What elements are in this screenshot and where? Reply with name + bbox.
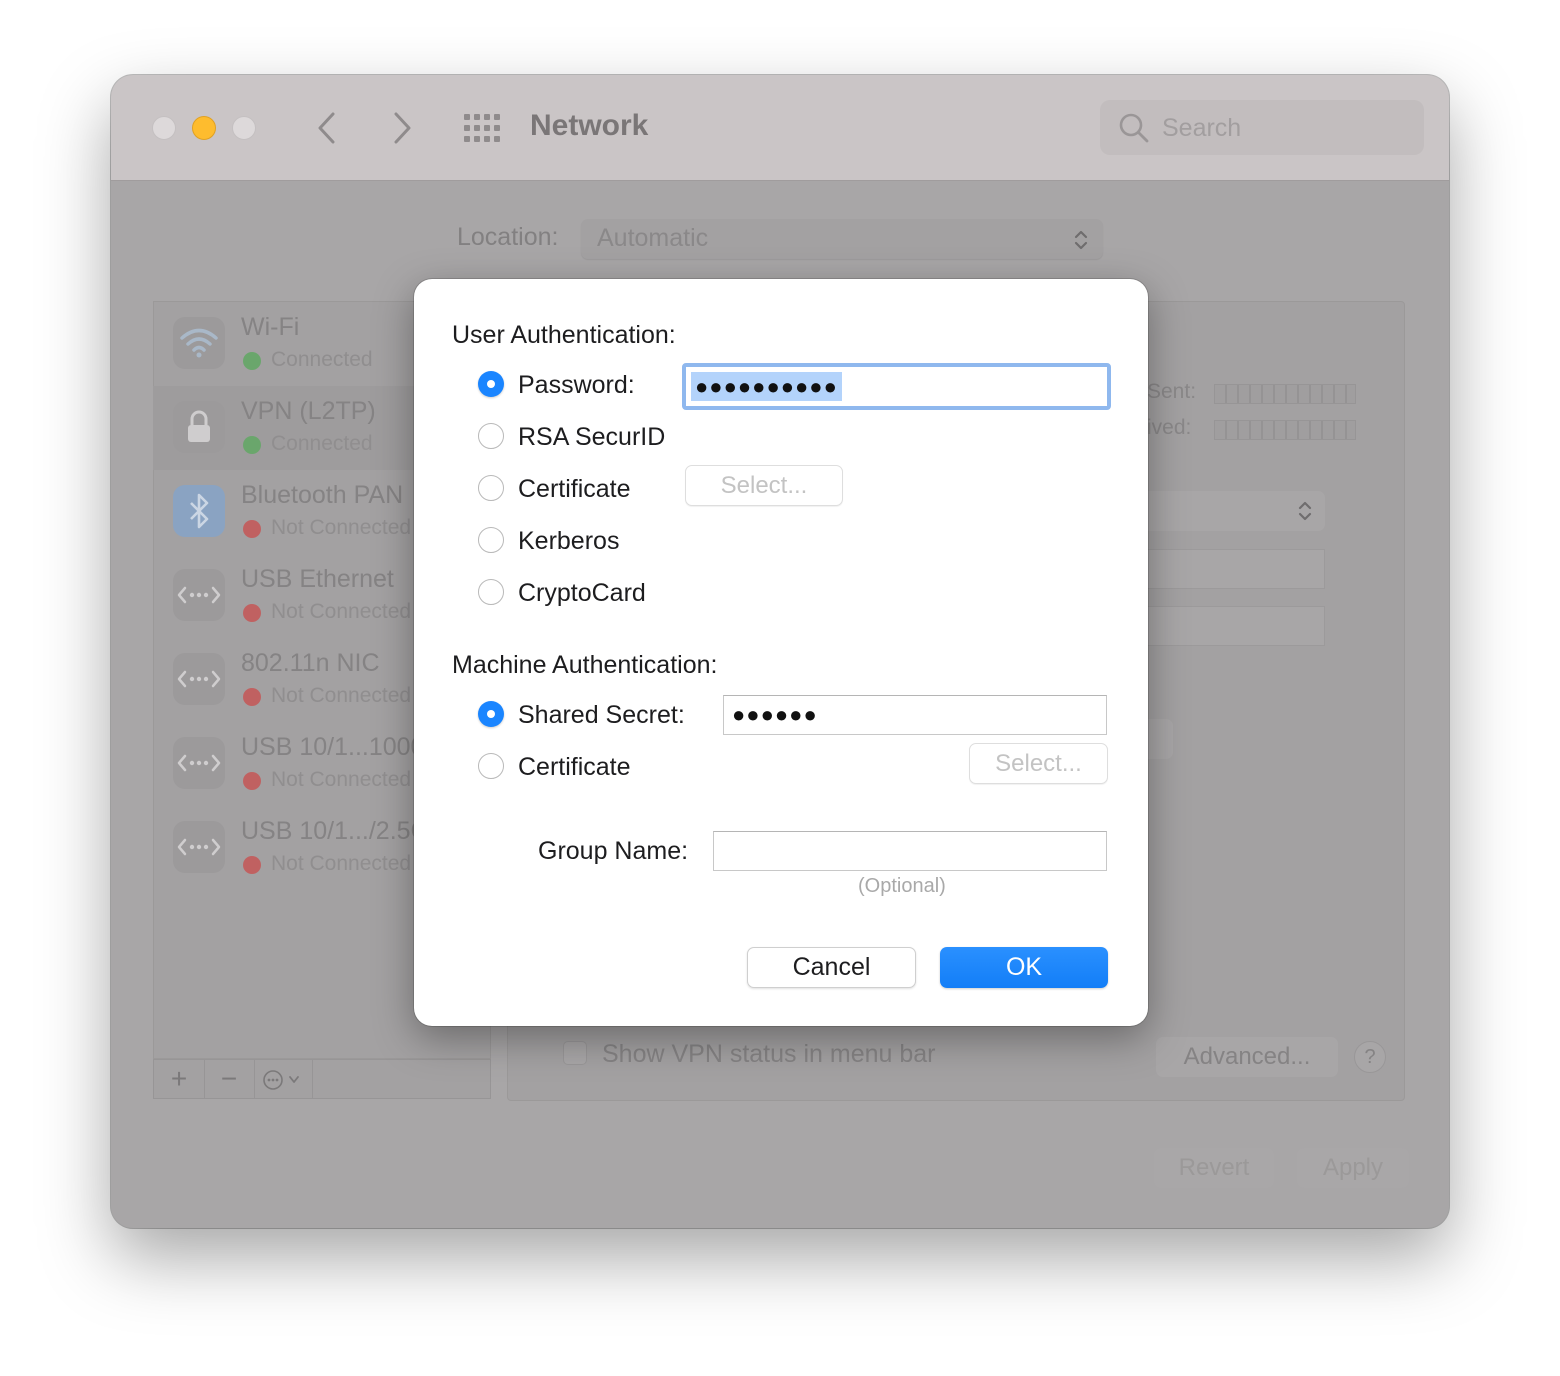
service-list-toolbar: + −	[153, 1059, 491, 1099]
rsa-securid-radio[interactable]	[478, 423, 504, 449]
advanced-button[interactable]: Advanced...	[1156, 1037, 1338, 1077]
show-vpn-status-label: Show VPN status in menu bar	[602, 1040, 936, 1068]
ethernet-icon	[173, 737, 225, 789]
sidebar-item-status: Not Connected	[271, 684, 412, 707]
server-address-field[interactable]	[1141, 549, 1325, 589]
remove-service-button[interactable]: −	[204, 1060, 255, 1098]
rsa-securid-label: RSA SecurID	[518, 423, 666, 451]
sidebar-item-name: 802.11n NIC	[241, 649, 380, 677]
sidebar-item-name: USB 10/1...1000	[241, 733, 425, 761]
sidebar-item-usb-ethernet[interactable]: USB Ethernet Not Connected	[153, 553, 423, 637]
status-dot	[243, 520, 261, 538]
kerberos-radio[interactable]	[478, 527, 504, 553]
show-all-grid-icon[interactable]	[463, 113, 501, 143]
user-certificate-select-button[interactable]: Select...	[685, 465, 843, 506]
password-label: Password:	[518, 371, 635, 399]
cryptocard-label: CryptoCard	[518, 579, 646, 607]
machine-certificate-radio[interactable]	[478, 753, 504, 779]
action-menu-button[interactable]	[254, 1060, 313, 1098]
sent-meter	[1214, 384, 1356, 404]
show-vpn-status-checkbox[interactable]	[563, 1041, 587, 1065]
sidebar-item-status: Not Connected	[271, 768, 412, 791]
sidebar-item-usb-2-5g[interactable]: USB 10/1.../2.5G Not Connected	[153, 805, 430, 889]
ethernet-icon	[173, 569, 225, 621]
account-name-field[interactable]	[1141, 606, 1325, 646]
user-authentication-heading: User Authentication:	[452, 321, 676, 349]
sent-label: Sent:	[1147, 380, 1197, 403]
group-name-label: Group Name:	[538, 837, 689, 865]
location-select[interactable]: Automatic	[581, 219, 1103, 259]
user-certificate-label: Certificate	[518, 475, 631, 503]
sidebar-item-status: Connected	[271, 348, 373, 371]
sidebar-item-name: Bluetooth PAN	[241, 481, 404, 509]
sidebar-item-status: Not Connected	[271, 600, 412, 623]
location-label: Location:	[457, 223, 559, 251]
lock-icon	[173, 401, 225, 453]
window-title: Network	[530, 109, 649, 142]
password-radio[interactable]	[478, 371, 504, 397]
cryptocard-radio[interactable]	[478, 579, 504, 605]
location-value: Automatic	[597, 224, 709, 252]
group-name-field[interactable]	[713, 831, 1107, 871]
password-field[interactable]: ●●●●●●●●●●	[682, 363, 1111, 410]
status-dot	[243, 604, 261, 622]
machine-authentication-heading: Machine Authentication:	[452, 651, 718, 679]
password-value: ●●●●●●●●●●	[691, 372, 842, 401]
group-name-optional-hint: (Optional)	[858, 875, 946, 897]
shared-secret-radio[interactable]	[478, 701, 504, 727]
sidebar-item-name: Wi-Fi	[241, 313, 300, 341]
forward-chevron-icon[interactable]	[391, 111, 413, 145]
status-dot	[243, 688, 261, 706]
search-icon	[1119, 113, 1149, 143]
select-arrows-icon	[1074, 230, 1088, 250]
search-placeholder: Search	[1162, 114, 1242, 142]
ok-button[interactable]: OK	[940, 947, 1108, 988]
kerberos-label: Kerberos	[518, 527, 620, 555]
revert-button[interactable]: Revert	[1154, 1148, 1274, 1188]
status-dot	[243, 856, 261, 874]
sidebar-item-usb-1000[interactable]: USB 10/1...1000 Not Connected	[153, 721, 425, 805]
machine-certificate-label: Certificate	[518, 753, 631, 781]
machine-certificate-select-button[interactable]: Select...	[969, 743, 1108, 784]
sidebar-item-status: Connected	[271, 432, 373, 455]
status-dot	[243, 772, 261, 790]
wifi-icon	[173, 317, 225, 369]
sidebar-item-status: Not Connected	[271, 516, 412, 539]
sidebar-item-wifi[interactable]: Wi-Fi Connected	[153, 301, 423, 385]
sidebar-item-vpn[interactable]: VPN (L2TP) Connected	[153, 385, 423, 469]
cancel-button[interactable]: Cancel	[747, 947, 916, 988]
help-button[interactable]: ?	[1354, 1041, 1386, 1073]
sidebar-item-bluetooth-pan[interactable]: Bluetooth PAN Not Connected	[153, 469, 423, 553]
zoom-button[interactable]	[232, 116, 256, 140]
sidebar-item-name: USB 10/1.../2.5G	[241, 817, 430, 845]
configuration-select[interactable]	[1141, 491, 1325, 531]
shared-secret-label: Shared Secret:	[518, 701, 685, 729]
sidebar-item-name: USB Ethernet	[241, 565, 394, 593]
received-meter	[1214, 420, 1356, 440]
bluetooth-icon	[173, 485, 225, 537]
authentication-settings-sheet: User Authentication: Password: ●●●●●●●●●…	[414, 279, 1148, 1026]
apply-button[interactable]: Apply	[1297, 1148, 1409, 1188]
status-dot	[243, 352, 261, 370]
ellipsis-circle-icon	[263, 1070, 299, 1090]
close-button[interactable]	[152, 116, 176, 140]
ethernet-icon	[173, 653, 225, 705]
back-chevron-icon[interactable]	[316, 111, 338, 145]
shared-secret-field[interactable]: ●●●●●●	[723, 695, 1107, 735]
user-certificate-radio[interactable]	[478, 475, 504, 501]
ethernet-icon	[173, 821, 225, 873]
add-service-button[interactable]: +	[154, 1060, 205, 1098]
sidebar-item-80211n-nic[interactable]: 802.11n NIC Not Connected	[153, 637, 423, 721]
title-bar: Network Search	[111, 75, 1449, 181]
received-label: ived:	[1147, 416, 1192, 439]
shared-secret-value: ●●●●●●	[732, 702, 818, 727]
select-arrows-icon	[1298, 501, 1312, 521]
minimize-button[interactable]	[192, 116, 216, 140]
status-dot	[243, 436, 261, 454]
search-field[interactable]: Search	[1100, 100, 1424, 155]
sidebar-item-name: VPN (L2TP)	[241, 397, 376, 425]
sidebar-item-status: Not Connected	[271, 852, 412, 875]
